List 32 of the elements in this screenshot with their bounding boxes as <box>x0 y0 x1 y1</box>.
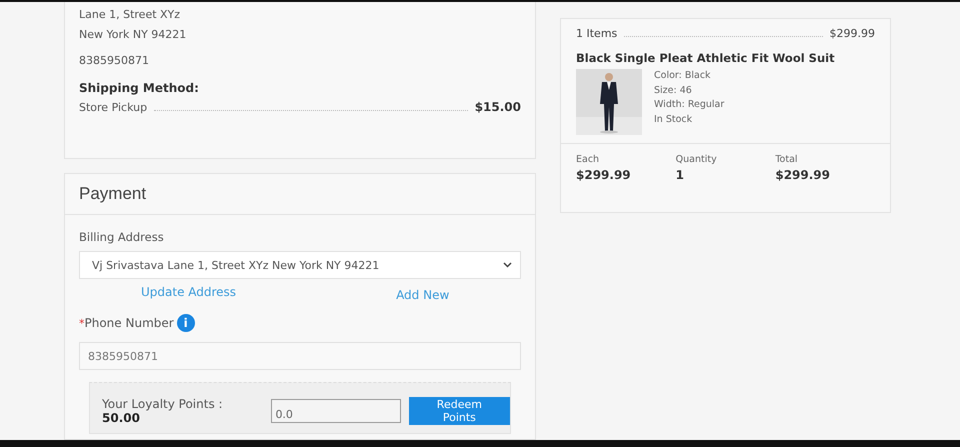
product-detail: In Stock <box>654 112 694 126</box>
shipping-price: $15.00 <box>474 99 521 116</box>
phone-number-field[interactable]: 8385950871 <box>79 342 521 370</box>
column-value: $299.99 <box>775 168 831 182</box>
column-value: $299.99 <box>576 168 632 182</box>
add-new-link[interactable]: Add New <box>396 288 450 302</box>
shipping-method: Store Pickup <box>79 100 148 116</box>
billing-address-label: Billing Address <box>79 229 165 246</box>
phone-number-label: Phone Number <box>84 316 174 330</box>
column-label: Quantity <box>676 154 718 165</box>
redeem-points-field[interactable]: 0.0 <box>271 399 401 423</box>
billing-address-dropdown[interactable]: Vj Srivastava Lane 1, Street XYz New York NY 94221 <box>79 251 521 279</box>
column-label: Total <box>775 154 799 165</box>
product-detail: Size: 46 <box>654 84 693 98</box>
address-line: New York NY 94221 <box>79 27 188 43</box>
address-line: Lane 1, Street XYz <box>79 7 182 23</box>
required-mark: * <box>79 316 84 330</box>
loyalty-points-text: Your Loyalty Points : 50.00 <box>102 397 224 425</box>
column-value: 1 <box>676 168 686 182</box>
info-icon[interactable]: i <box>176 314 195 332</box>
product-detail: Width: Regular <box>654 98 724 112</box>
product-name: Black Single Pleat Athletic Fit Wool Suit <box>576 51 836 65</box>
items-count: 1 Items <box>576 27 618 40</box>
payment-title: Payment <box>79 184 146 203</box>
items-total: $299.99 <box>830 27 875 40</box>
column-label: Each <box>576 154 600 165</box>
product-detail: Color: Black <box>654 69 712 83</box>
shipping-method-label: Shipping Method: <box>79 80 200 97</box>
update-address-link[interactable]: Update Address <box>141 285 236 299</box>
redeem-points-button[interactable]: Redeem Points <box>408 397 510 425</box>
phone-text: 8385950871 <box>79 53 150 69</box>
chevron-down-icon <box>503 262 512 268</box>
